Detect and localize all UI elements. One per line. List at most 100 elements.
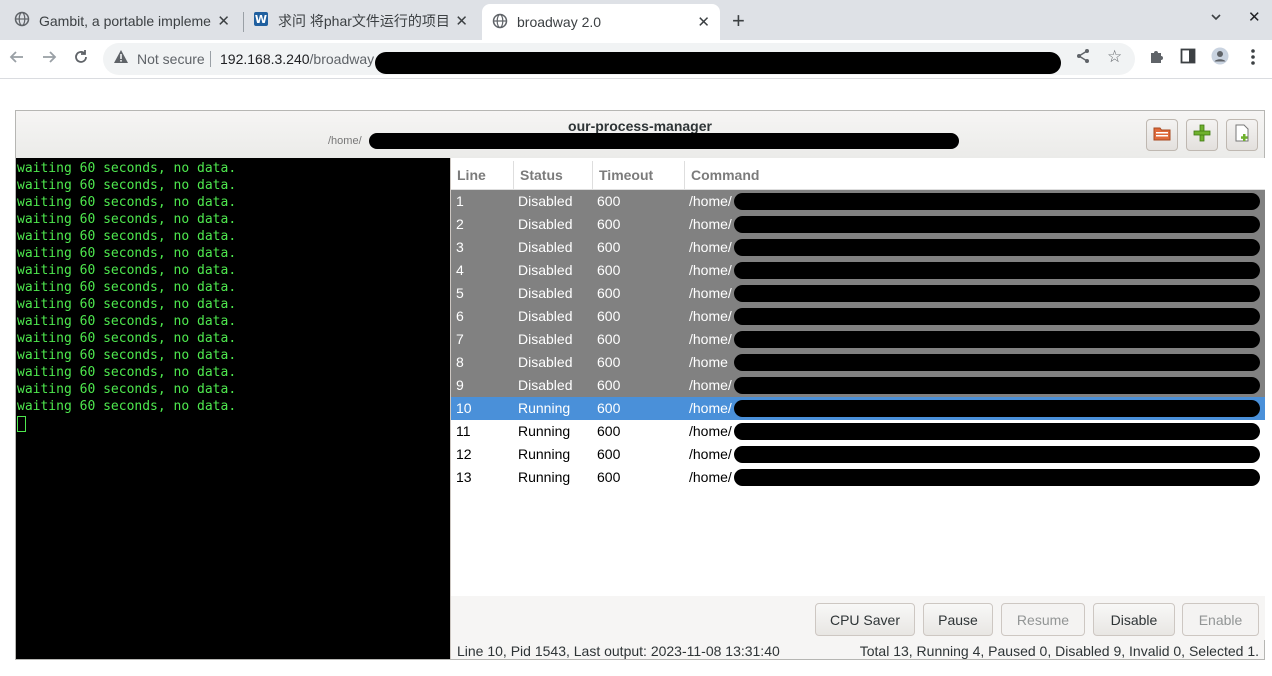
- table-row[interactable]: 11 Running 600/home/: [451, 420, 1265, 443]
- process-table[interactable]: Line Status Timeout Command 1 Disabled 600…: [450, 158, 1265, 596]
- redaction-mark: [734, 193, 1260, 210]
- terminal-line: waiting 60 seconds, no data.: [17, 348, 237, 363]
- url-text[interactable]: 192.168.3.240/broadway: [220, 51, 374, 67]
- redaction-mark: [734, 262, 1260, 279]
- cell-timeout: 600: [597, 446, 621, 462]
- cell-command: /home/: [689, 308, 732, 324]
- side-panel-icon[interactable]: [1180, 48, 1196, 69]
- terminal-line: waiting 60 seconds, no data.: [17, 382, 237, 397]
- column-header-status[interactable]: Status: [514, 161, 593, 189]
- share-icon[interactable]: [1075, 48, 1091, 68]
- status-selection-info: Line 10, Pid 1543, Last output: 2023-11-…: [457, 643, 780, 659]
- terminal-line: waiting 60 seconds, no data.: [17, 195, 237, 210]
- tab-broadway[interactable]: broadway 2.0 ✕: [482, 4, 720, 40]
- table-row[interactable]: 5 Disabled 600/home/: [451, 282, 1265, 305]
- address-bar[interactable]: Not secure 192.168.3.240/broadway ☆: [103, 43, 1135, 75]
- kebab-menu-icon[interactable]: [1250, 48, 1256, 71]
- cell-line: 2: [456, 216, 464, 232]
- cpu-saver-button[interactable]: CPU Saver: [815, 603, 915, 636]
- table-row[interactable]: 4 Disabled 600/home/: [451, 259, 1265, 282]
- app-subtitle: /home/: [328, 135, 362, 147]
- enable-button[interactable]: Enable: [1182, 603, 1259, 636]
- resume-button[interactable]: Resume: [1001, 603, 1085, 636]
- table-row[interactable]: 6 Disabled 600/home/: [451, 305, 1265, 328]
- cell-command: /home/: [689, 446, 732, 462]
- extensions-icon[interactable]: [1148, 47, 1166, 70]
- warning-icon[interactable]: [113, 49, 129, 69]
- pause-button[interactable]: Pause: [923, 603, 993, 636]
- cell-timeout: 600: [597, 469, 621, 485]
- app-header-bar: our-process-manager /home/: [16, 111, 1264, 159]
- cell-status: Disabled: [518, 285, 573, 301]
- column-header-timeout[interactable]: Timeout: [593, 161, 685, 189]
- cell-status: Disabled: [518, 377, 573, 393]
- cell-line: 4: [456, 262, 464, 278]
- new-tab-button[interactable]: +: [732, 8, 745, 34]
- reload-icon[interactable]: [72, 48, 90, 71]
- window-close-icon[interactable]: ✕: [1248, 8, 1261, 26]
- chevron-down-icon[interactable]: [1210, 10, 1222, 26]
- cell-status: Disabled: [518, 354, 573, 370]
- cell-timeout: 600: [597, 308, 621, 324]
- cell-command: /home/: [689, 377, 732, 393]
- open-folder-button[interactable]: [1146, 119, 1178, 151]
- table-row[interactable]: 1 Disabled 600/home/: [451, 190, 1265, 213]
- new-file-button[interactable]: [1226, 119, 1258, 151]
- add-icon: [1193, 124, 1211, 147]
- back-arrow-icon[interactable]: [8, 48, 26, 71]
- terminal-line: waiting 60 seconds, no data.: [17, 365, 237, 380]
- table-header: Line Status Timeout Command: [451, 161, 1265, 190]
- close-icon[interactable]: ✕: [217, 12, 230, 30]
- terminal-line: waiting 60 seconds, no data.: [17, 161, 237, 176]
- cell-timeout: 600: [597, 423, 621, 439]
- cell-command: /home/: [689, 216, 732, 232]
- app-title: our-process-manager: [568, 118, 712, 134]
- redaction-mark: [734, 216, 1260, 233]
- tab-phar[interactable]: W 求问 将phar文件运行的项目 ✕: [246, 4, 478, 38]
- column-header-command[interactable]: Command: [685, 161, 1265, 189]
- svg-text:W: W: [255, 13, 267, 26]
- table-row[interactable]: 9 Disabled 600/home/: [451, 374, 1265, 397]
- table-row[interactable]: 12 Running 600/home/: [451, 443, 1265, 466]
- cell-line: 10: [456, 400, 472, 416]
- redaction-mark: [734, 446, 1260, 463]
- cell-line: 12: [456, 446, 472, 462]
- close-icon[interactable]: ✕: [697, 13, 710, 31]
- cell-timeout: 600: [597, 400, 621, 416]
- url-path: /broadway: [309, 51, 375, 67]
- bookmark-star-icon[interactable]: ☆: [1107, 47, 1122, 67]
- table-row[interactable]: 7 Disabled 600/home/: [451, 328, 1265, 351]
- table-row[interactable]: 10 Running 600/home/: [451, 397, 1265, 420]
- forward-arrow-icon[interactable]: [40, 48, 58, 71]
- cell-timeout: 600: [597, 285, 621, 301]
- close-icon[interactable]: ✕: [455, 12, 468, 30]
- redaction-mark: [734, 331, 1260, 348]
- omnibox-divider: [210, 51, 211, 67]
- tab-gambit[interactable]: Gambit, a portable impleme ✕: [8, 4, 240, 38]
- table-row[interactable]: 3 Disabled 600/home/: [451, 236, 1265, 259]
- cell-command: /home/: [689, 400, 732, 416]
- globe-icon: [14, 11, 30, 30]
- security-label[interactable]: Not secure: [137, 51, 205, 67]
- terminal-output[interactable]: waiting 60 seconds, no data. waiting 60 s…: [16, 158, 450, 659]
- column-header-line[interactable]: Line: [451, 161, 514, 189]
- cell-line: 6: [456, 308, 464, 324]
- add-button[interactable]: [1186, 119, 1218, 151]
- profile-avatar-icon[interactable]: [1211, 47, 1229, 70]
- cell-command: /home: [689, 354, 728, 370]
- cell-line: 8: [456, 354, 464, 370]
- disable-button[interactable]: Disable: [1093, 603, 1175, 636]
- table-row[interactable]: 13 Running 600/home/: [451, 466, 1265, 489]
- table-row[interactable]: 2 Disabled 600/home/: [451, 213, 1265, 236]
- cell-status: Disabled: [518, 239, 573, 255]
- terminal-line: waiting 60 seconds, no data.: [17, 314, 237, 329]
- redaction-mark: [375, 52, 1061, 74]
- tab-label: broadway 2.0: [517, 14, 602, 30]
- cell-line: 7: [456, 331, 464, 347]
- cell-status: Disabled: [518, 308, 573, 324]
- terminal-line: waiting 60 seconds, no data.: [17, 178, 237, 193]
- table-row[interactable]: 8 Disabled 600/home: [451, 351, 1265, 374]
- cell-command: /home/: [689, 239, 732, 255]
- redaction-mark: [734, 239, 1260, 256]
- cell-line: 13: [456, 469, 472, 485]
